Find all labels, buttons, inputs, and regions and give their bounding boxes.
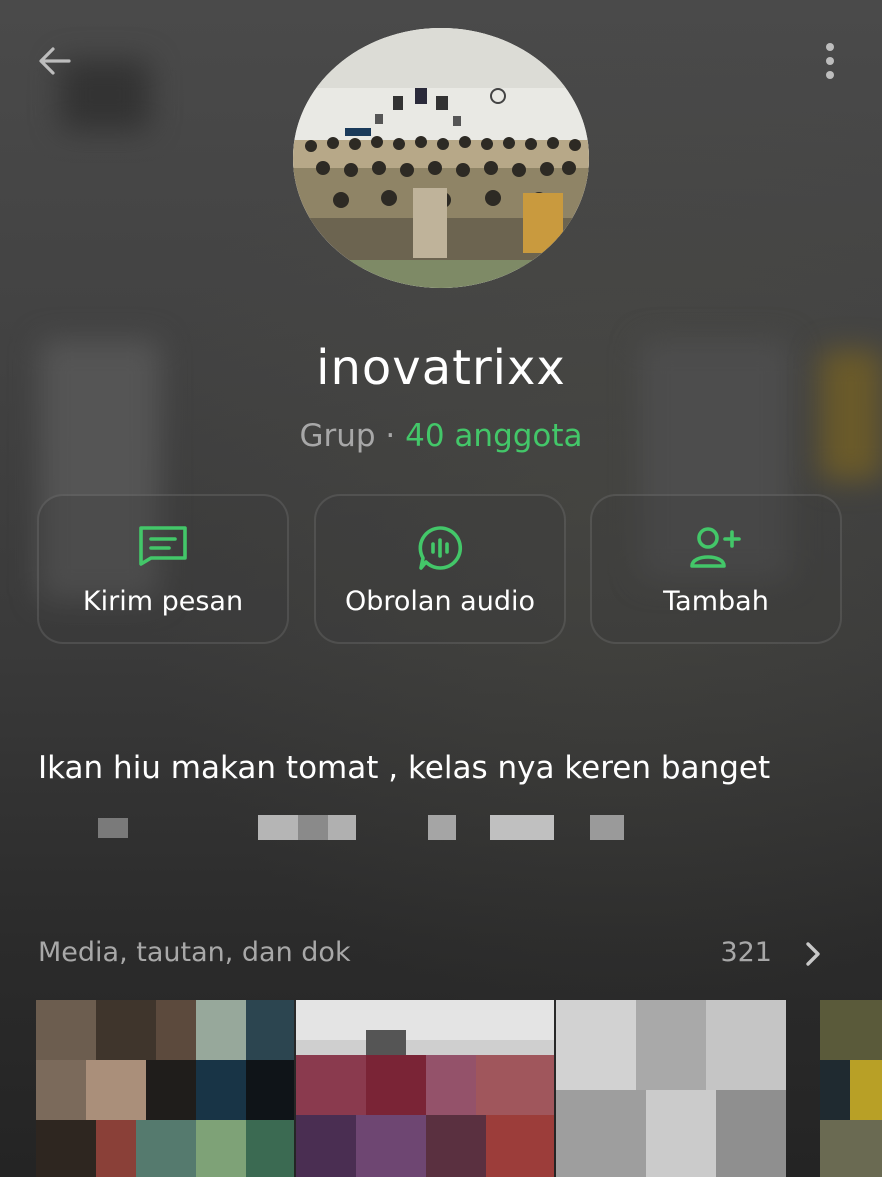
subtitle-separator: ·: [385, 418, 396, 454]
group-avatar[interactable]: [293, 28, 589, 288]
group-photo: [293, 28, 589, 288]
group-description[interactable]: Ikan hiu makan tomat , kelas nya keren b…: [38, 750, 770, 786]
media-links-docs-label[interactable]: Media, tautan, dan dok: [38, 937, 351, 968]
back-button[interactable]: [30, 36, 80, 86]
arrow-left-icon: [39, 47, 71, 75]
send-message-label: Kirim pesan: [82, 586, 244, 617]
members-count-link[interactable]: 40 anggota: [405, 418, 582, 454]
group-subtitle: Grup · 40 anggota: [0, 418, 882, 454]
audio-chat-button[interactable]: Obrolan audio: [314, 494, 566, 644]
media-thumbnail[interactable]: [296, 1000, 554, 1177]
media-thumbnail[interactable]: [820, 1000, 882, 1177]
message-icon: [139, 526, 187, 566]
chevron-right-icon[interactable]: [800, 938, 826, 974]
media-count: 321: [720, 937, 772, 968]
audio-chat-label: Obrolan audio: [345, 586, 535, 617]
media-thumbnail[interactable]: [556, 1000, 786, 1177]
media-thumbnail[interactable]: [36, 1000, 294, 1177]
group-type-label: Grup: [299, 418, 376, 454]
more-vertical-icon: [826, 43, 834, 79]
group-name: inovatrixx: [316, 340, 566, 396]
add-member-label: Tambah: [663, 586, 769, 617]
send-message-button[interactable]: Kirim pesan: [37, 494, 289, 644]
more-options-button[interactable]: [805, 36, 855, 86]
add-person-icon: [690, 527, 741, 568]
audio-chat-icon: [418, 526, 463, 570]
add-member-button[interactable]: Tambah: [590, 494, 842, 644]
